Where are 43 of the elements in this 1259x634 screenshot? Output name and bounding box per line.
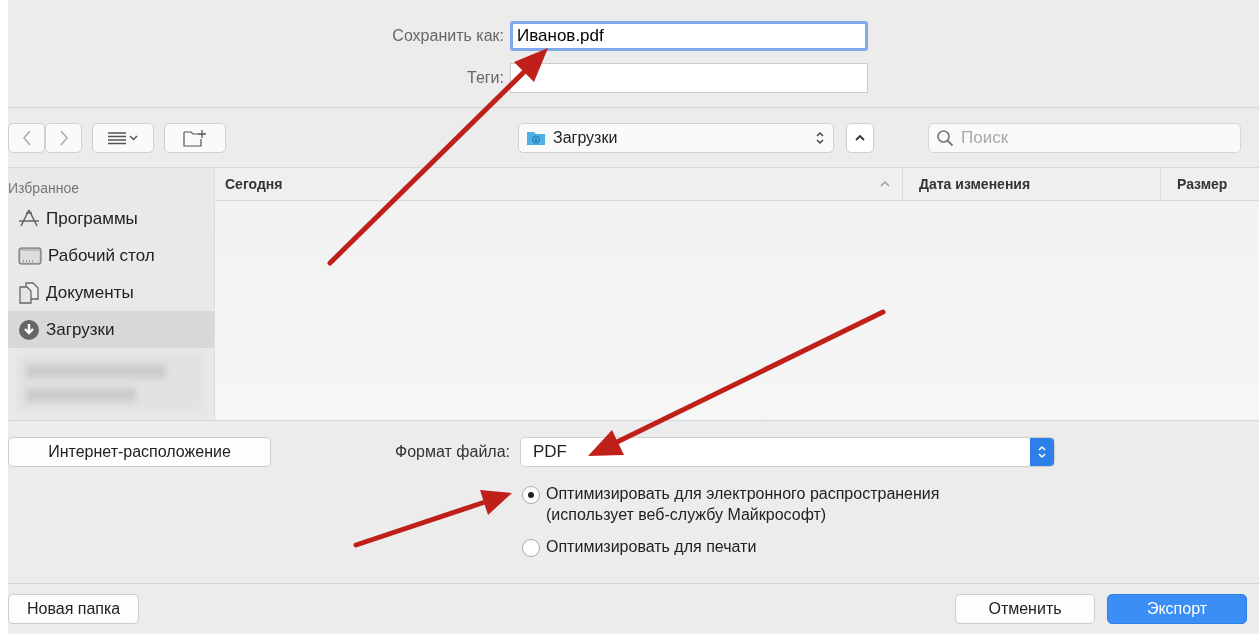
search-field[interactable]: Поиск [928, 122, 1241, 153]
sidebar-item[interactable]: Документы [8, 274, 214, 311]
radio-label: Оптимизировать для электронного распространения [546, 485, 940, 503]
select-arrows-icon [1030, 438, 1054, 466]
file-format-select[interactable]: PDF [520, 437, 1055, 467]
column-header[interactable]: Размер [1161, 168, 1259, 200]
up-down-arrows-icon [815, 129, 825, 146]
apps-icon [18, 208, 40, 229]
chevron-right-icon [58, 129, 69, 146]
internet-location-button[interactable]: Интернет-расположение [8, 437, 271, 467]
save-as-label: Сохранить как: [391, 27, 505, 45]
download-icon [18, 318, 40, 341]
new-folder-button[interactable] [164, 122, 226, 153]
sidebar-item[interactable]: Загрузки [8, 311, 214, 348]
new-folder-icon [183, 128, 207, 147]
list-view-icon [107, 130, 139, 145]
expand-button[interactable] [846, 122, 874, 153]
downloads-folder-icon [527, 130, 545, 145]
cancel-button[interactable]: Отменить [955, 594, 1095, 624]
radio-sublabel: (использует веб-службу Майкрософт) [546, 506, 828, 524]
sort-caret-icon [880, 181, 890, 187]
sidebar-item[interactable]: Программы [8, 200, 214, 237]
tags-field[interactable] [510, 63, 868, 93]
column-header[interactable]: Сегодня [215, 168, 903, 200]
location-popup[interactable]: Загрузки [518, 122, 834, 153]
radio-label: Оптимизировать для печати [546, 538, 757, 556]
sidebar-item[interactable]: Рабочий стол [8, 237, 214, 274]
search-icon [936, 128, 954, 147]
radio-button[interactable] [522, 539, 540, 557]
file-format-label: Формат файла: [394, 443, 510, 461]
documents-icon [18, 281, 40, 304]
new-folder-text-button[interactable]: Новая папка [8, 594, 140, 624]
desktop-icon [18, 245, 42, 266]
tags-label: Теги: [466, 69, 505, 87]
radio-button[interactable] [522, 486, 540, 504]
sidebar-heading: Избранное [8, 179, 80, 198]
column-header[interactable]: Дата изменения [903, 168, 1161, 200]
view-options-button[interactable] [92, 122, 154, 153]
caret-up-icon [854, 133, 866, 142]
radio-option[interactable]: Оптимизировать для печати [522, 538, 1259, 557]
radio-option[interactable]: Оптимизировать для электронного распространения (использует веб-службу Майкрософт) [522, 485, 1259, 524]
chevron-left-icon [21, 129, 32, 146]
save-as-field[interactable]: Иванов.pdf [510, 21, 868, 51]
